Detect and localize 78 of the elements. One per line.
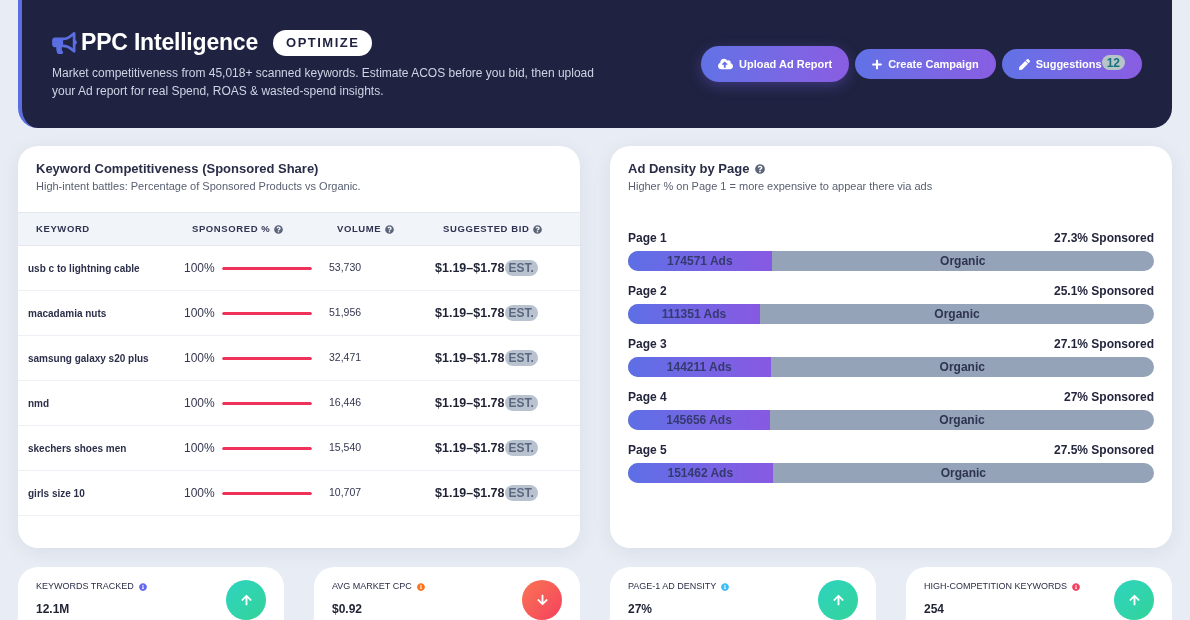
volume-cell-text: 16,446 (329, 395, 363, 411)
bid-range: $1.19–$1.78 (435, 484, 505, 502)
bid-range: $1.19–$1.78 (435, 349, 505, 367)
estimate-badge: EST. (504, 485, 538, 501)
card-subtitle: High-intent battles: Percentage of Sponsored Products vs Organic. (36, 179, 362, 193)
ads-segment: 174571 Ads (628, 251, 772, 271)
column-header: SUGGESTED BID (443, 221, 530, 236)
organic-label: Organic (940, 253, 986, 270)
stat-value: 27% (628, 601, 654, 618)
page-title: PPC Intelligence (81, 28, 258, 58)
page-label: Page 1 (628, 230, 667, 247)
sponsored-share: 27.1% Sponsored (1053, 336, 1154, 353)
sponsored-share: 27% Sponsored (1063, 389, 1154, 406)
stat-label: KEYWORDS TRACKED (36, 580, 134, 594)
stat-label: AVG MARKET CPC (332, 580, 412, 594)
help-icon (755, 164, 766, 174)
volume-cell-text: 32,471 (329, 350, 363, 366)
estimate-badge: EST. (504, 440, 538, 456)
keyword-cell-text: usb c to lightning cable (28, 261, 141, 276)
plus-icon (872, 58, 883, 70)
count-badge: 12 (1101, 55, 1125, 70)
pencil-icon (1018, 58, 1030, 70)
stat-value: $0.92 (332, 601, 364, 618)
volume-cell-text: 51,956 (329, 305, 363, 321)
volume-cell-text: 10,707 (329, 485, 363, 501)
page-label: Page 3 (628, 336, 667, 353)
upload-report-button[interactable]: Upload Ad Report (701, 46, 850, 82)
create-campaign-button[interactable]: Create Campaign (855, 49, 996, 79)
bid-range: $1.19–$1.78 (435, 394, 505, 412)
keyword-cell-text: girls size 10 (28, 486, 86, 501)
estimate-badge: EST. (504, 350, 538, 366)
sponsored-share: 27.5% Sponsored (1053, 442, 1154, 459)
ads-segment: 151462 Ads (628, 463, 773, 483)
ads-segment: 145656 Ads (628, 410, 770, 430)
page-label: Page 2 (628, 283, 667, 300)
volume-cell-text: 15,540 (329, 440, 363, 456)
bid-range: $1.19–$1.78 (435, 259, 505, 277)
card-title: Keyword Competitiveness (Sponsored Share) (36, 161, 320, 177)
sponsored-percent: 100% (184, 305, 215, 322)
sponsored-percent: 100% (184, 395, 215, 412)
keyword-cell-text: nmd (28, 396, 51, 411)
ads-segment: 111351 Ads (628, 304, 760, 324)
keyword-cell-text: macadamia nuts (28, 306, 108, 321)
volume-cell-text: 53,730 (329, 260, 363, 276)
sponsored-percent: 100% (184, 485, 215, 502)
card-subtitle: Higher % on Page 1 = more expensive to appear there via ads (628, 179, 934, 193)
megaphone-icon (52, 31, 77, 54)
optimize-badge: OPTIMIZE (273, 29, 373, 56)
sponsored-share: 25.1% Sponsored (1053, 283, 1154, 300)
stat-value: 12.1M (36, 601, 71, 618)
estimate-badge: EST. (504, 260, 538, 276)
stat-label: PAGE-1 AD DENSITY (628, 580, 717, 594)
sponsored-share: 27.3% Sponsored (1053, 230, 1154, 247)
organic-label: Organic (934, 306, 980, 323)
organic-label: Organic (939, 359, 985, 376)
keyword-cell-text: skechers shoes men (28, 441, 128, 456)
estimate-badge: EST. (504, 395, 538, 411)
cloud-upload-icon (718, 58, 734, 70)
page-label: Page 5 (628, 442, 667, 459)
sponsored-percent: 100% (184, 260, 215, 277)
estimate-badge: EST. (504, 305, 538, 321)
column-header: SPONSORED % (192, 221, 271, 236)
page-label: Page 4 (628, 389, 667, 406)
card-title: Ad Density by Page (628, 161, 750, 177)
suggestions-button[interactable]: Suggestions 12 (1001, 49, 1142, 79)
organic-label: Organic (939, 412, 985, 429)
column-header: KEYWORD (36, 221, 90, 236)
organic-label: Organic (940, 465, 986, 482)
column-header: VOLUME (337, 221, 382, 236)
ads-segment: 144211 Ads (628, 357, 771, 377)
sponsored-percent: 100% (184, 440, 215, 457)
sponsored-percent: 100% (184, 350, 215, 367)
stat-value: 254 (924, 601, 946, 618)
bid-range: $1.19–$1.78 (435, 304, 505, 322)
keyword-cell-text: samsung galaxy s20 plus (28, 351, 150, 366)
bid-range: $1.19–$1.78 (435, 439, 505, 457)
header-description: Market competitiveness from 45,018+ scanned keywords. Estimate ACOS before you bid, then upload your Ad report for real Spend, ROAS & wasted-spend insights. (52, 64, 595, 100)
stat-label: HIGH-COMPETITION KEYWORDS (924, 580, 1067, 594)
